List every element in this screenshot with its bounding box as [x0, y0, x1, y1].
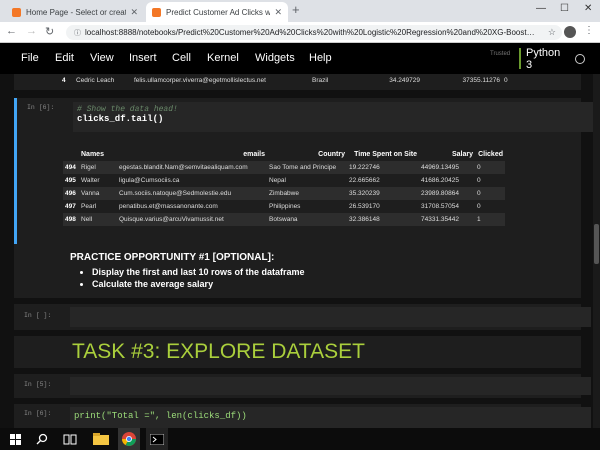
- task3-heading: TASK #3: EXPLORE DATASET: [72, 340, 365, 363]
- browser-tab-strip: Home Page - Select or create a n… ✕ Pred…: [0, 0, 600, 22]
- tab-title: Predict Customer Ad Clicks with…: [166, 7, 271, 17]
- table-row: 494 Rigel egestas.blandit.Nam@semvitaeal…: [63, 161, 505, 174]
- table-row: 498 Nell Quisque.varius@arcuVivamussit.n…: [63, 213, 505, 226]
- tab-title: Home Page - Select or create a n…: [26, 7, 126, 17]
- notebook-scrollbar[interactable]: [593, 74, 600, 428]
- notebook-container: 4 Cedric Leach felis.ullamcorper.viverra…: [0, 74, 600, 428]
- browser-toolbar: ← → ↻ ⓘ localhost:8888/notebooks/Predict…: [0, 22, 600, 43]
- info-icon[interactable]: ⓘ: [74, 28, 81, 38]
- code-comment: # Show the data head!: [77, 105, 178, 114]
- scrollbar-thumb[interactable]: [594, 224, 599, 264]
- menu-help[interactable]: Help: [309, 52, 332, 64]
- code-cell-print[interactable]: In [6]: print("Total =", len(clicks_df)): [14, 404, 591, 428]
- markdown-cell-practice[interactable]: PRACTICE OPPORTUNITY #1 [OPTIONAL]: Disp…: [14, 244, 581, 298]
- code-editor[interactable]: print("Total =", len(clicks_df)): [70, 407, 591, 428]
- menu-edit[interactable]: Edit: [55, 52, 74, 64]
- table-row: 496 Vanna Cum.sociis.natoque@Sedmolestie…: [63, 187, 505, 200]
- reload-icon[interactable]: ↻: [45, 25, 54, 38]
- url-text: localhost:8888/notebooks/Predict%20Custo…: [85, 28, 535, 37]
- code-line: clicks_df.tail(): [77, 114, 164, 124]
- chrome-icon[interactable]: [118, 428, 140, 450]
- code-cell-in5[interactable]: In [5]:: [14, 374, 591, 398]
- dataframe-table: Names emails Country Time Spent on Site …: [63, 148, 505, 226]
- cell-prompt: In [5]:: [24, 381, 52, 388]
- code-cell-tail[interactable]: In [6]: # Show the data head! clicks_df.…: [14, 98, 594, 256]
- jupyter-favicon-icon: [12, 7, 21, 17]
- new-tab-button[interactable]: +: [292, 2, 300, 17]
- menu-view[interactable]: View: [90, 52, 114, 64]
- kernel-indicator[interactable]: Python 3: [519, 46, 585, 71]
- back-icon[interactable]: ←: [6, 25, 17, 37]
- cell-prompt: In [6]:: [24, 410, 52, 417]
- code-line: print("Total =", len(clicks_df)): [74, 411, 247, 421]
- jupyter-menubar: File Edit View Insert Cell Kernel Widget…: [0, 43, 600, 74]
- code-editor[interactable]: [70, 307, 591, 327]
- windows-start-icon[interactable]: [8, 428, 22, 450]
- list-item: Display the first and last 10 rows of th…: [92, 267, 581, 277]
- close-tab-icon[interactable]: ✕: [130, 7, 138, 18]
- output-cell-partial: 4 Cedric Leach felis.ullamcorper.viverra…: [14, 74, 581, 90]
- menu-widgets[interactable]: Widgets: [255, 52, 295, 64]
- table-row: 497 Pearl penatibus.et@massanonante.com …: [65, 203, 481, 210]
- cell-prompt: In [ ]:: [24, 312, 52, 319]
- menu-file[interactable]: File: [21, 52, 39, 64]
- practice-list: Display the first and last 10 rows of th…: [92, 267, 581, 289]
- trusted-indicator[interactable]: Trusted: [490, 51, 510, 57]
- close-tab-icon[interactable]: ✕: [274, 7, 282, 18]
- search-icon[interactable]: [35, 428, 49, 450]
- task-view-icon[interactable]: [62, 428, 78, 450]
- close-window-icon[interactable]: ✕: [584, 3, 592, 14]
- table-header-row: Names emails Country Time Spent on Site …: [81, 151, 503, 158]
- kernel-name: Python 3: [526, 46, 561, 71]
- windows-taskbar: [0, 428, 600, 450]
- cell-prompt: In [6]:: [27, 104, 55, 111]
- table-row: 495 Walter ligula@Cumsociis.ca Nepal 22.…: [65, 177, 481, 184]
- browser-tab-home[interactable]: Home Page - Select or create a n… ✕: [6, 2, 144, 22]
- code-editor[interactable]: # Show the data head! clicks_df.tail(): [73, 102, 594, 132]
- menu-insert[interactable]: Insert: [129, 52, 157, 64]
- file-explorer-icon[interactable]: [92, 428, 110, 450]
- practice-heading: PRACTICE OPPORTUNITY #1 [OPTIONAL]:: [70, 252, 275, 263]
- profile-avatar-icon[interactable]: [564, 26, 576, 38]
- browser-tab-notebook[interactable]: Predict Customer Ad Clicks with… ✕: [146, 2, 288, 22]
- minimize-icon[interactable]: —: [536, 3, 546, 14]
- table-row: 4 Cedric Leach felis.ullamcorper.viverra…: [62, 77, 508, 84]
- bookmark-star-icon[interactable]: ☆: [548, 27, 556, 38]
- list-item: Calculate the average salary: [92, 279, 581, 289]
- code-cell-empty[interactable]: In [ ]:: [14, 304, 591, 330]
- terminal-icon[interactable]: [146, 428, 168, 450]
- jupyter-favicon-icon: [152, 7, 161, 17]
- markdown-cell-task3[interactable]: TASK #3: EXPLORE DATASET: [14, 336, 581, 368]
- menu-cell[interactable]: Cell: [172, 52, 191, 64]
- address-bar[interactable]: ⓘ localhost:8888/notebooks/Predict%20Cus…: [66, 25, 562, 40]
- menu-kernel[interactable]: Kernel: [207, 52, 239, 64]
- kernel-idle-icon: [575, 53, 585, 64]
- code-editor[interactable]: [70, 377, 591, 395]
- maximize-icon[interactable]: ☐: [560, 3, 569, 14]
- browser-menu-icon[interactable]: ⋮: [584, 25, 594, 36]
- forward-icon[interactable]: →: [26, 25, 37, 37]
